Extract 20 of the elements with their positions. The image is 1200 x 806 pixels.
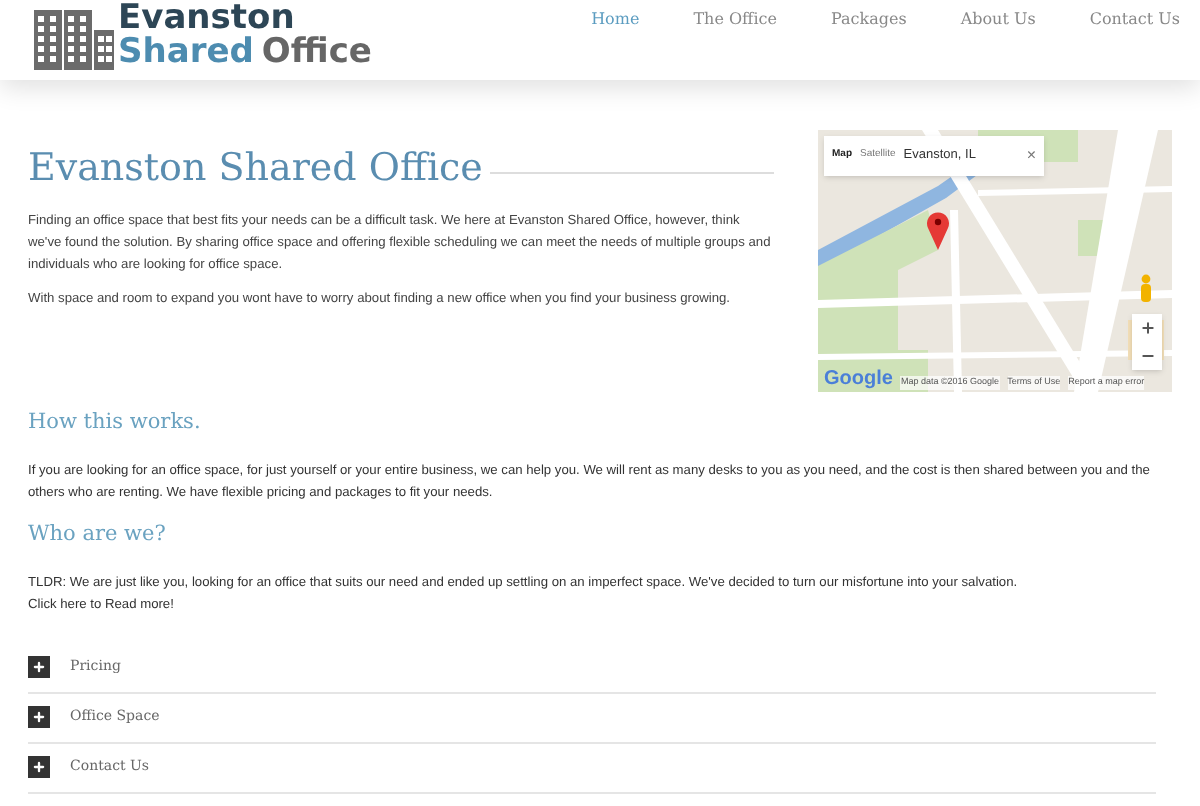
logo-text: Office	[261, 36, 372, 70]
section-heading: How this works.	[28, 408, 203, 438]
plus-icon	[28, 706, 50, 728]
nav-link[interactable]: The Office	[693, 8, 777, 32]
nav-link[interactable]: Contact Us	[1089, 8, 1180, 32]
zoom-in-icon[interactable]	[1139, 320, 1155, 336]
buildings-icon	[34, 10, 114, 70]
section-heading: Who are we?	[28, 519, 168, 550]
logo-text: Evanston	[118, 2, 295, 36]
plus-icon	[28, 756, 50, 778]
map-pin-icon	[926, 210, 950, 250]
plus-icon	[28, 656, 50, 678]
person-icon	[1138, 274, 1154, 302]
google-logo: Google	[824, 370, 893, 390]
nav-link[interactable]: Packages	[830, 8, 907, 32]
nav-link[interactable]: About Us	[960, 8, 1036, 32]
logo-text: Shared	[118, 36, 254, 70]
close-button[interactable]: ×	[1026, 148, 1036, 164]
page-title: Evanston Shared Office	[28, 144, 483, 194]
nav-link[interactable]: Home	[591, 8, 640, 32]
